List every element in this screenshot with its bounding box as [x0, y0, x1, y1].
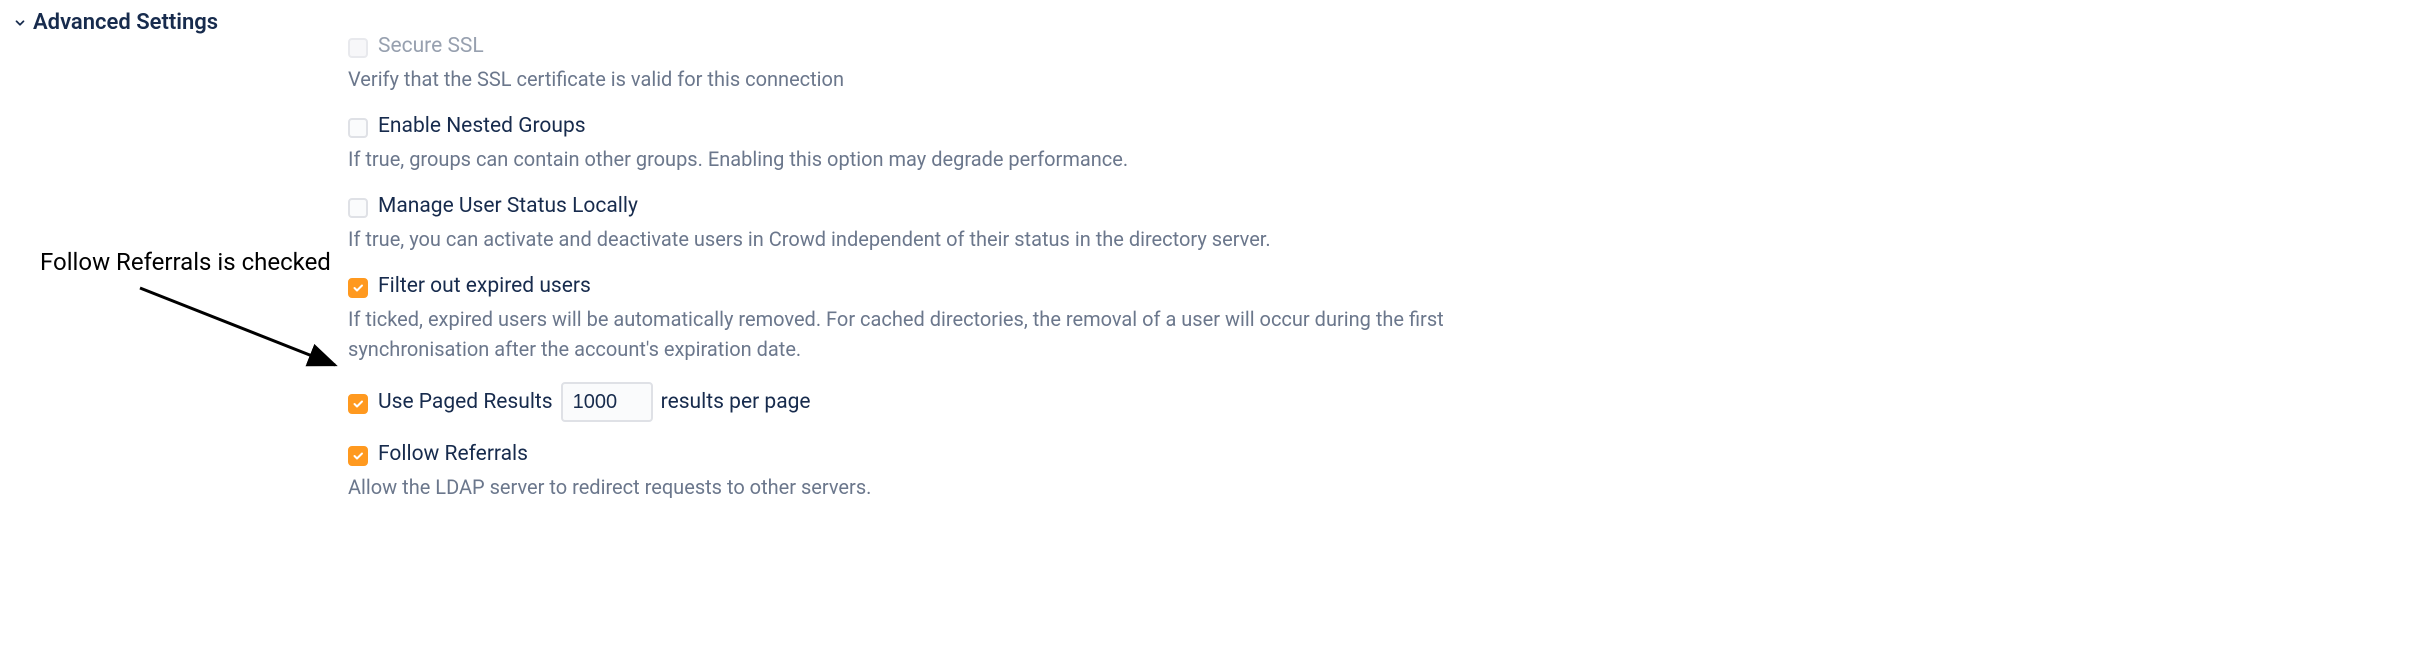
secure-ssl-checkbox	[348, 38, 368, 58]
chevron-down-icon	[13, 16, 27, 30]
follow-referrals-description: Allow the LDAP server to redirect reques…	[348, 472, 1468, 502]
follow-referrals-label: Follow Referrals	[378, 440, 528, 468]
manage-user-status-description: If true, you can activate and deactivate…	[348, 224, 1468, 254]
paged-results-input[interactable]	[561, 382, 653, 422]
annotation-arrow-icon	[130, 280, 360, 390]
secure-ssl-description: Verify that the SSL certificate is valid…	[348, 64, 1468, 94]
paged-results-label: Use Paged Results	[378, 388, 553, 416]
manage-user-status-checkbox[interactable]	[348, 198, 368, 218]
manage-user-status-label: Manage User Status Locally	[378, 192, 638, 220]
follow-referrals-checkbox[interactable]	[348, 446, 368, 466]
nested-groups-description: If true, groups can contain other groups…	[348, 144, 1468, 174]
paged-results-suffix: results per page	[661, 388, 811, 416]
nested-groups-checkbox[interactable]	[348, 118, 368, 138]
setting-secure-ssl: Secure SSL Verify that the SSL certifica…	[348, 32, 1468, 94]
filter-expired-description: If ticked, expired users will be automat…	[348, 304, 1468, 364]
setting-nested-groups: Enable Nested Groups If true, groups can…	[348, 112, 1468, 174]
filter-expired-label: Filter out expired users	[378, 272, 591, 300]
section-title: Advanced Settings	[33, 10, 218, 35]
secure-ssl-label: Secure SSL	[378, 32, 484, 60]
setting-manage-user-status: Manage User Status Locally If true, you …	[348, 192, 1468, 254]
setting-follow-referrals: Follow Referrals Allow the LDAP server t…	[348, 440, 1468, 502]
annotation-text: Follow Referrals is checked	[40, 248, 331, 276]
setting-paged-results: Use Paged Results results per page	[348, 382, 1468, 440]
paged-results-checkbox[interactable]	[348, 394, 368, 414]
setting-filter-expired: Filter out expired users If ticked, expi…	[348, 272, 1468, 364]
advanced-settings-body: Secure SSL Verify that the SSL certifica…	[348, 32, 1468, 520]
filter-expired-checkbox[interactable]	[348, 278, 368, 298]
nested-groups-label: Enable Nested Groups	[378, 112, 586, 140]
advanced-settings-header[interactable]: Advanced Settings	[13, 10, 218, 35]
